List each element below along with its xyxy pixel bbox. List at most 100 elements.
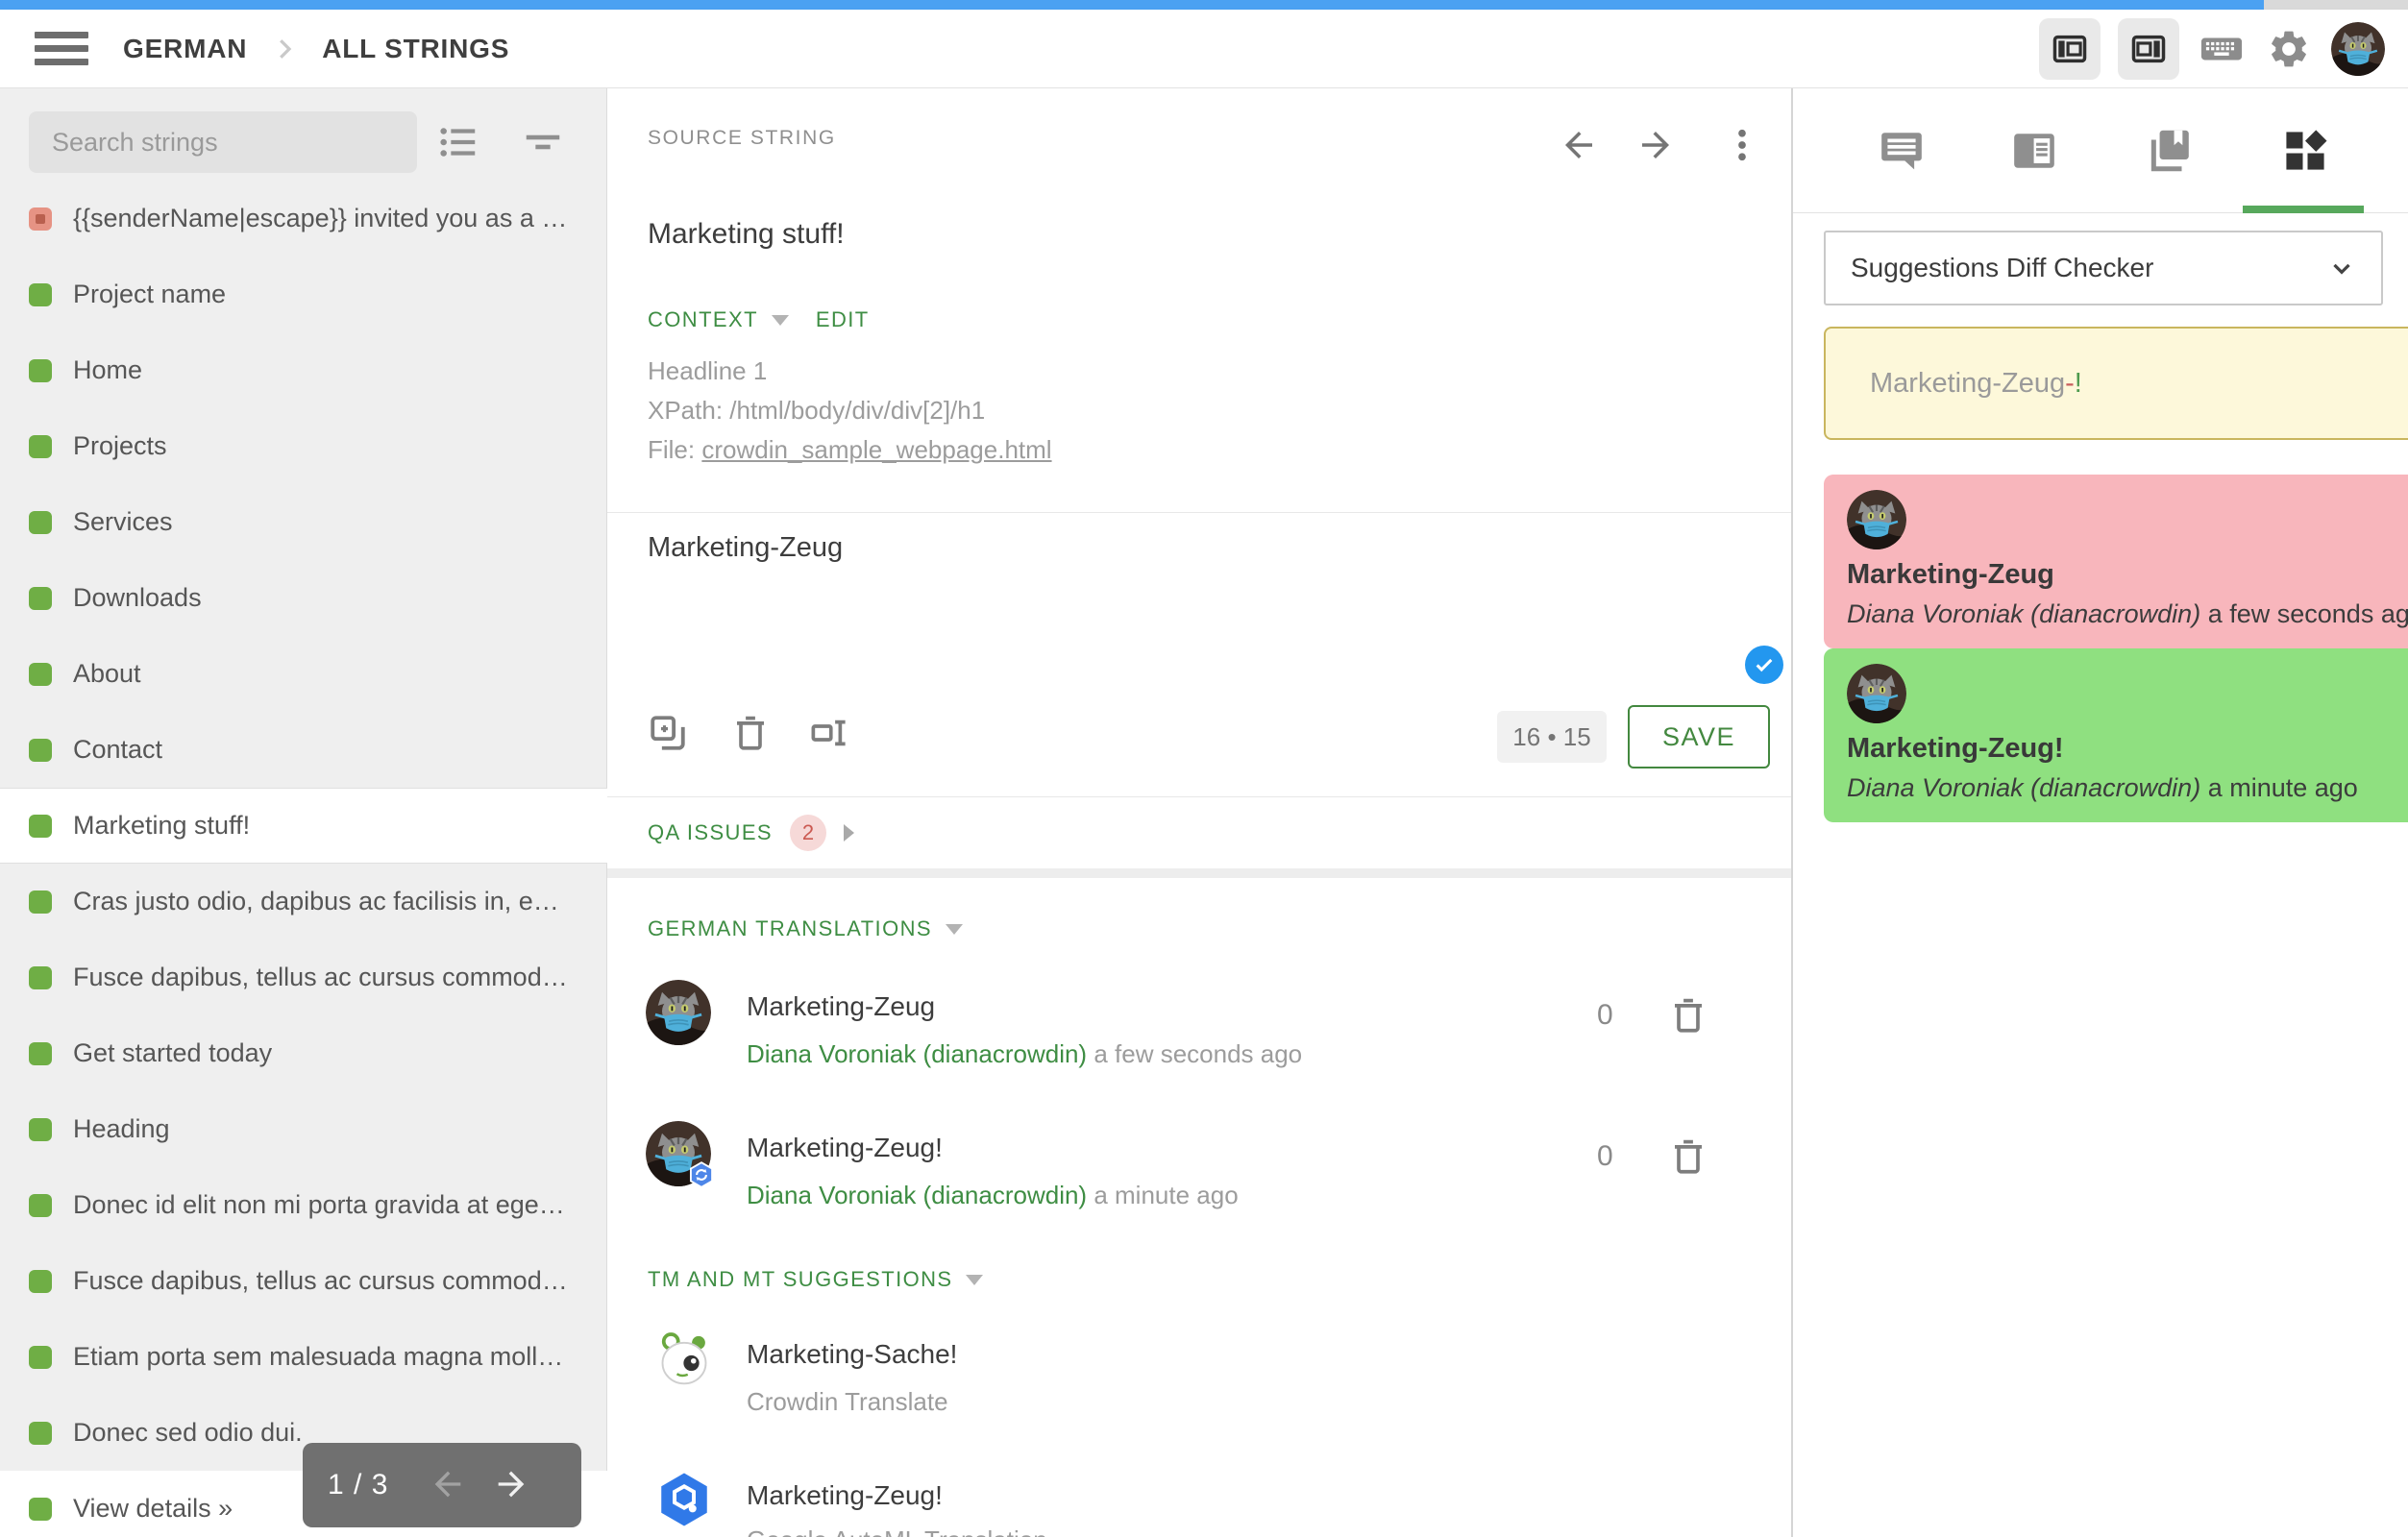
translation-row-avatar (646, 1121, 711, 1186)
history-text: Marketing-Zeug (1847, 559, 2408, 591)
string-list-item[interactable]: Cras justo odio, dapibus ac facilisis in… (0, 864, 607, 939)
translation-votes: 0 (1597, 999, 1613, 1032)
suggestion-text[interactable]: Marketing-Sache! (747, 1339, 957, 1370)
string-list-item[interactable]: Home (0, 332, 607, 408)
translation-input[interactable]: Marketing-Zeug (648, 532, 843, 564)
toggle-right-panel-button[interactable] (2118, 18, 2179, 80)
context-line: XPath: /html/body/div/div[2]/h1 (648, 391, 1052, 430)
comments-tab-icon (1878, 127, 1926, 175)
search-input[interactable] (29, 111, 417, 173)
divider (607, 512, 1791, 513)
context-details: Headline 1 XPath: /html/body/div/div[2]/… (648, 352, 1052, 470)
google-automl-icon (655, 1471, 713, 1528)
status-translated-icon (29, 511, 52, 534)
string-list-item[interactable]: Etiam porta sem malesuada magna moll… (0, 1319, 607, 1395)
history-text: Marketing-Zeug! (1847, 733, 2408, 765)
strings-view-button[interactable] (434, 119, 482, 167)
suggestion-provider: Crowdin Translate (747, 1387, 948, 1417)
string-list-item[interactable]: Heading (0, 1091, 607, 1167)
string-list-item[interactable]: Get started today (0, 1015, 607, 1091)
tab-apps[interactable] (2278, 125, 2332, 179)
breadcrumb-section[interactable]: ALL STRINGS (322, 34, 509, 64)
string-list-item[interactable]: Contact (0, 712, 607, 788)
copy-source-button[interactable] (648, 713, 688, 756)
string-list-item-selected[interactable]: Marketing stuff! (0, 788, 607, 864)
tab-context[interactable] (2007, 125, 2061, 179)
status-translated-icon (29, 1498, 52, 1521)
tab-terms[interactable] (2143, 125, 2197, 179)
diff-preview-box: Marketing-Zeug-! (1824, 327, 2408, 440)
file-link[interactable]: crowdin_sample_webpage.html (701, 435, 1051, 464)
status-translated-icon (29, 815, 52, 838)
string-list-item[interactable]: Project name (0, 256, 607, 332)
pagination-prev-button[interactable] (429, 1465, 467, 1506)
tab-comments[interactable] (1875, 125, 1929, 179)
apps-tab-icon (2281, 127, 2329, 175)
right-panel-tabs (1793, 88, 2408, 213)
diff-added-char: ! (2075, 368, 2082, 399)
copy-source-icon (648, 713, 688, 753)
keyboard-icon (2199, 27, 2244, 71)
diff-history-removed-card[interactable]: Marketing-Zeug Diana Voroniak (dianacrow… (1824, 475, 2408, 648)
project-progress-track (0, 0, 2408, 10)
translation-author-link[interactable]: Diana Voroniak (dianacrowdin) (747, 1181, 1087, 1209)
edit-context-button[interactable]: EDIT (816, 307, 870, 332)
approved-check-badge[interactable] (1745, 646, 1783, 684)
translation-votes: 0 (1597, 1140, 1613, 1173)
char-counter: 16 • 15 (1497, 711, 1607, 763)
avatar (646, 980, 711, 1045)
tm-sync-badge-icon (688, 1161, 715, 1188)
translation-row-avatar (646, 980, 711, 1045)
avatar (1847, 664, 1906, 723)
keyboard-shortcuts-button[interactable] (2197, 24, 2247, 74)
translation-text-value[interactable]: Marketing-Zeug! (747, 1133, 943, 1163)
section-separator (607, 868, 1791, 878)
string-list-item[interactable]: Fusce dapibus, tellus ac cursus commod… (0, 939, 607, 1015)
search-row (0, 111, 607, 175)
editor-panel: SOURCE STRING Marketing stuff! CONTEXT E… (607, 88, 1791, 1537)
diff-history-added-card[interactable]: Marketing-Zeug! Diana Voroniak (dianacro… (1824, 648, 2408, 822)
menu-icon[interactable] (35, 32, 88, 66)
save-button[interactable]: SAVE (1628, 705, 1770, 768)
pagination-label: 1 / 3 (328, 1469, 388, 1501)
app-selector-dropdown[interactable]: Suggestions Diff Checker (1824, 231, 2383, 305)
string-list-item[interactable]: Donec id elit non mi porta gravida at eg… (0, 1167, 607, 1243)
string-list-item[interactable]: Fusce dapibus, tellus ac cursus commod… (0, 1243, 607, 1319)
context-toggle[interactable]: CONTEXT (648, 307, 758, 332)
string-menu-button[interactable] (1722, 125, 1762, 168)
string-list-item[interactable]: Projects (0, 408, 607, 484)
settings-button[interactable] (2264, 24, 2314, 74)
string-list-item[interactable]: Services (0, 484, 607, 560)
pagination-next-button[interactable] (492, 1465, 530, 1506)
string-list-item[interactable]: About (0, 636, 607, 712)
suggestion-text[interactable]: Marketing-Zeug! (747, 1480, 943, 1511)
next-string-button[interactable] (1635, 125, 1676, 168)
status-translated-icon (29, 1346, 52, 1369)
delete-translation-button[interactable] (1668, 995, 1708, 1038)
diff-removed-char: - (2065, 368, 2075, 399)
terms-tab-icon (2146, 127, 2194, 175)
clear-translation-button[interactable] (730, 713, 771, 756)
translation-text-value[interactable]: Marketing-Zeug (747, 991, 935, 1022)
delete-translation-button[interactable] (1668, 1136, 1708, 1180)
breadcrumb-language[interactable]: GERMAN (123, 34, 247, 64)
string-list-item[interactable]: Downloads (0, 560, 607, 636)
list-icon (436, 120, 480, 164)
status-translated-icon (29, 1118, 52, 1141)
previous-string-button[interactable] (1559, 125, 1599, 168)
arrow-right-icon (492, 1465, 530, 1503)
suggestions-section-header[interactable]: TM AND MT SUGGESTIONS (648, 1267, 952, 1292)
app-selector-value: Suggestions Diff Checker (1851, 253, 2327, 283)
arrow-left-icon (1559, 125, 1599, 165)
history-meta: Diana Voroniak (dianacrowdin) a minute a… (1847, 770, 2408, 805)
user-avatar[interactable] (2331, 22, 2385, 76)
more-vertical-icon (1722, 125, 1762, 165)
max-length-button[interactable] (809, 713, 849, 756)
suggestion-provider: Google AutoML Translation (747, 1525, 1047, 1537)
translations-section-header[interactable]: GERMAN TRANSLATIONS (648, 916, 932, 941)
translation-author-link[interactable]: Diana Voroniak (dianacrowdin) (747, 1039, 1087, 1068)
qa-issues-row[interactable]: QA ISSUES 2 (648, 815, 854, 851)
string-list-item[interactable]: {{senderName|escape}} invited you as a … (0, 181, 607, 256)
toggle-left-panel-button[interactable] (2039, 18, 2101, 80)
strings-filter-button[interactable] (519, 119, 567, 167)
